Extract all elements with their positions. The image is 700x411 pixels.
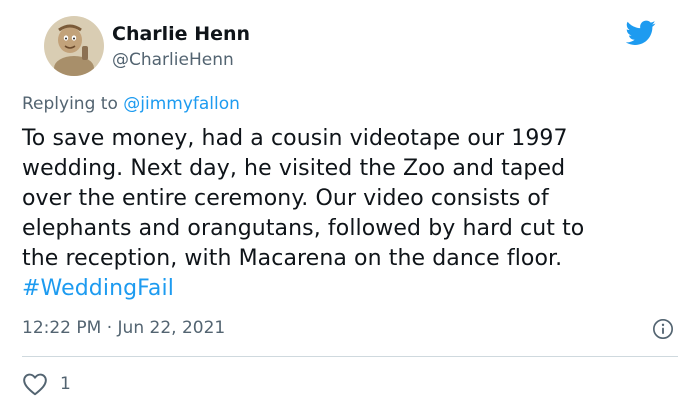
divider [22,356,678,357]
avatar-image [44,16,104,76]
replying-to-label: Replying to [22,94,124,114]
tweet-text-line: elephants and orangutans, followed by ha… [22,216,585,241]
twitter-bird-icon[interactable] [626,20,656,46]
tweet-body: To save money, had a cousin videotape ou… [22,124,682,304]
tweet-text-line: To save money, had a cousin videotape ou… [22,126,568,151]
user-handle[interactable]: @CharlieHenn [112,48,250,72]
tweet-date: Jun 22, 2021 [117,318,226,338]
tweet-header: Charlie Henn @CharlieHenn [22,0,678,90]
display-name[interactable]: Charlie Henn [112,22,250,46]
tweet-text-line: the reception, with Macarena on the danc… [22,246,563,271]
tweet-card: Charlie Henn @CharlieHenn Replying to @j… [0,0,700,411]
tweet-text-line: wedding. Next day, he visited the Zoo an… [22,156,566,181]
hashtag-link[interactable]: #WeddingFail [22,274,682,304]
heart-icon[interactable] [22,372,48,396]
info-icon[interactable] [652,318,674,340]
meta-separator: · [106,318,113,338]
like-count: 1 [60,374,71,394]
reply-mention-link[interactable]: @jimmyfallon [123,94,240,114]
tweet-timestamp[interactable]: 12:22 PM · Jun 22, 2021 [22,318,225,338]
tweet-text-line: over the entire ceremony. Our video cons… [22,186,549,211]
tweet-actions: 1 [22,372,71,396]
tweet-time: 12:22 PM [22,318,102,338]
avatar[interactable] [44,16,104,76]
replying-to: Replying to @jimmyfallon [22,94,240,114]
author-info: Charlie Henn @CharlieHenn [112,22,250,72]
